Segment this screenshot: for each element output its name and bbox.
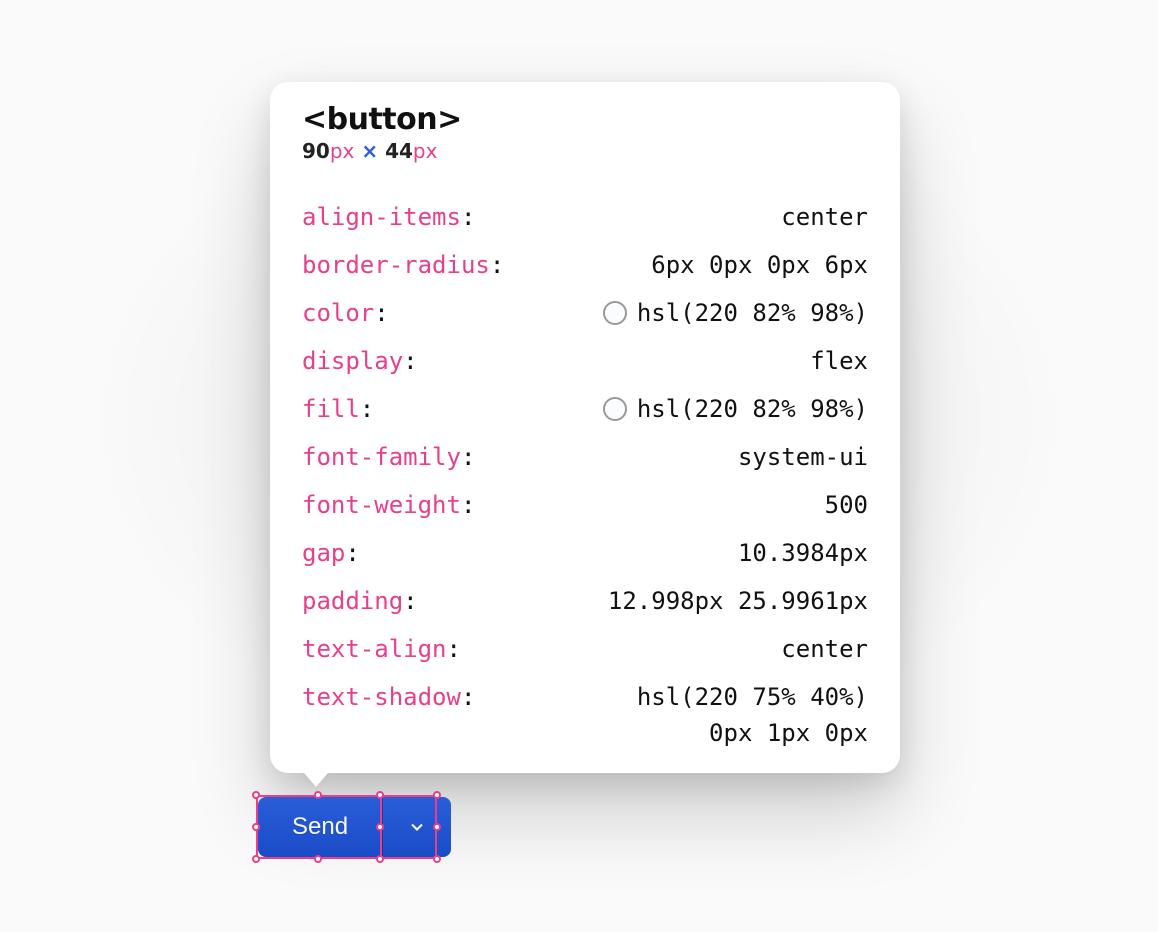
- dim-height: 44: [385, 139, 413, 163]
- css-property-value: 6px 0px 0px 6px: [651, 253, 868, 277]
- css-value-text: hsl(220 75% 40%): [637, 685, 868, 709]
- element-dimensions: 90px × 44px: [302, 139, 868, 163]
- inspector-tooltip: <button> 90px × 44px align-items: center…: [270, 82, 900, 773]
- css-property-row: border-radius: 6px 0px 0px 6px: [302, 253, 868, 277]
- css-property-name: text-shadow:: [302, 685, 475, 709]
- css-property-name: font-weight:: [302, 493, 475, 517]
- css-property-value: center: [781, 205, 868, 229]
- css-property-value: center: [781, 637, 868, 661]
- css-property-value: flex: [810, 349, 868, 373]
- send-button[interactable]: Send: [258, 797, 383, 857]
- css-value-text: hsl(220 82% 98%): [637, 301, 868, 325]
- send-dropdown-button[interactable]: [383, 797, 451, 857]
- send-button-group: Send: [258, 797, 451, 857]
- css-property-name: font-family:: [302, 445, 475, 469]
- css-property-row: padding: 12.998px 25.9961px: [302, 589, 868, 613]
- css-property-name: color:: [302, 301, 389, 325]
- css-property-row: gap: 10.3984px: [302, 541, 868, 565]
- css-property-value: hsl(220 82% 98%): [603, 397, 868, 421]
- css-property-row: font-weight: 500: [302, 493, 868, 517]
- color-swatch-icon: [603, 301, 627, 325]
- dim-width: 90: [302, 139, 330, 163]
- send-button-label: Send: [292, 813, 348, 841]
- chevron-down-icon: [407, 817, 427, 837]
- color-swatch-icon: [603, 397, 627, 421]
- css-property-row: color: hsl(220 82% 98%): [302, 301, 868, 325]
- css-property-name: border-radius:: [302, 253, 504, 277]
- css-property-value: system-ui: [738, 445, 868, 469]
- css-property-value: hsl(220 75% 40%) 0px 1px 0px: [637, 685, 868, 745]
- css-property-name: fill:: [302, 397, 374, 421]
- css-value-text: 0px 1px 0px: [709, 721, 868, 745]
- css-properties-list: align-items: center border-radius: 6px 0…: [302, 205, 868, 745]
- css-property-name: text-align:: [302, 637, 461, 661]
- css-property-row: font-family: system-ui: [302, 445, 868, 469]
- css-property-row: display: flex: [302, 349, 868, 373]
- css-property-name: padding:: [302, 589, 418, 613]
- css-property-row: align-items: center: [302, 205, 868, 229]
- css-property-value: hsl(220 82% 98%): [603, 301, 868, 325]
- css-property-name: gap:: [302, 541, 360, 565]
- css-property-value: 12.998px 25.9961px: [608, 589, 868, 613]
- element-tag: <button>: [302, 102, 868, 137]
- css-property-row: text-align: center: [302, 637, 868, 661]
- dim-unit: px: [413, 139, 438, 163]
- css-value-text: hsl(220 82% 98%): [637, 397, 868, 421]
- css-property-row: text-shadow: hsl(220 75% 40%) 0px 1px 0p…: [302, 685, 868, 745]
- dim-times: ×: [361, 139, 378, 163]
- css-property-value: 500: [825, 493, 868, 517]
- dim-unit: px: [330, 139, 355, 163]
- css-property-value: 10.3984px: [738, 541, 868, 565]
- css-property-name: display:: [302, 349, 418, 373]
- css-property-row: fill: hsl(220 82% 98%): [302, 397, 868, 421]
- css-property-name: align-items:: [302, 205, 475, 229]
